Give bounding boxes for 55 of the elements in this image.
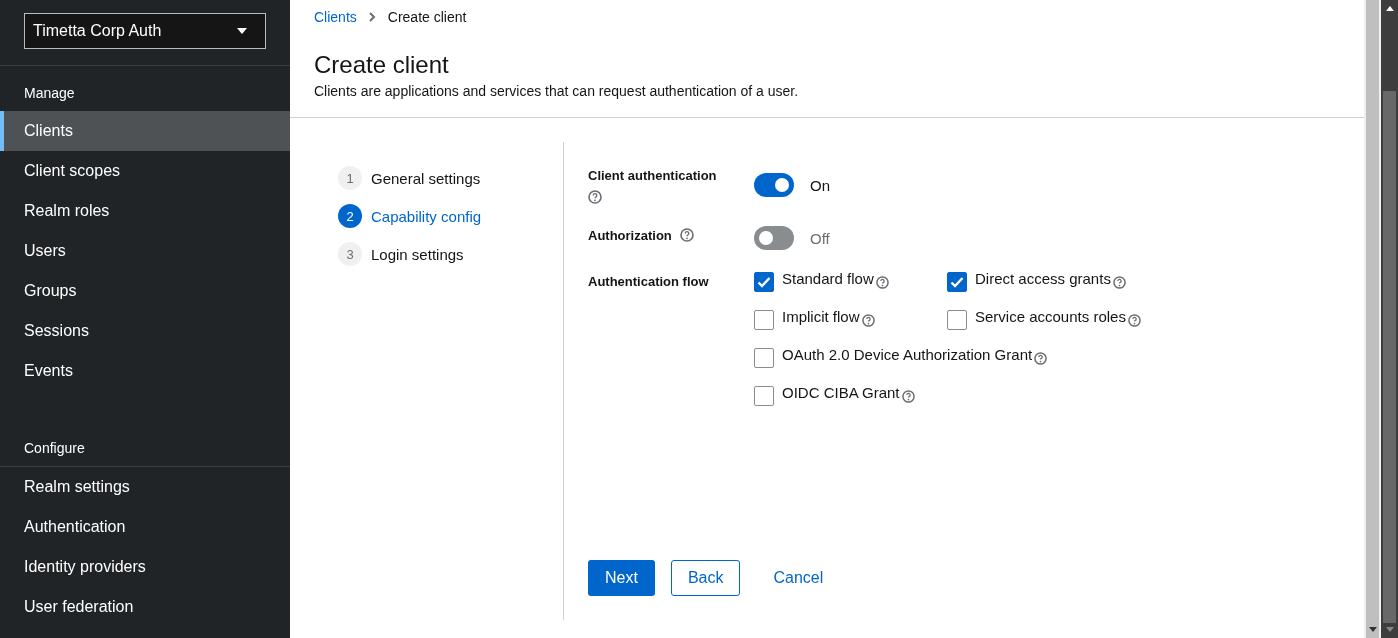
nav-item[interactable]: Client scopes	[0, 151, 290, 191]
chevron-right-icon	[368, 12, 376, 22]
nav-item[interactable]: Realm roles	[0, 191, 290, 231]
field-label: Authorization	[588, 228, 672, 244]
nav-item[interactable]: Clients	[0, 111, 290, 151]
help-icon[interactable]	[901, 390, 915, 403]
help-icon[interactable]	[1112, 276, 1126, 289]
nav-item[interactable]: Events	[0, 351, 290, 391]
toggle-switch[interactable]	[754, 226, 794, 250]
wizard-step[interactable]: 2 Capability config	[338, 204, 563, 228]
action-button[interactable]: Back	[670, 560, 741, 596]
checkbox[interactable]	[754, 348, 774, 368]
help-icon[interactable]	[1034, 352, 1048, 365]
caret-icon	[237, 28, 247, 34]
page-description: Clients are applications and services that can request authentication of a user.	[314, 83, 800, 99]
nav-item[interactable]: Sessions	[0, 311, 290, 351]
nav-section-heading: Manage	[23, 84, 76, 103]
checkbox[interactable]	[947, 310, 967, 330]
scrollbar[interactable]	[1364, 0, 1381, 638]
realm-selector[interactable]: Timetta Corp Auth	[24, 13, 266, 49]
checkbox-label[interactable]: Standard flow	[782, 270, 874, 288]
nav-item[interactable]: Authentication	[0, 507, 290, 547]
checkbox-label[interactable]: Direct access grants	[975, 270, 1111, 288]
wizard-step[interactable]: 3 Login settings	[338, 242, 563, 266]
checkbox[interactable]	[754, 310, 774, 330]
checkbox-label[interactable]: Service accounts roles	[975, 308, 1126, 326]
checkbox-label[interactable]: OIDC CIBA Grant	[782, 384, 900, 402]
nav-item[interactable]: Identity providers	[0, 547, 290, 587]
help-icon[interactable]	[588, 190, 602, 204]
checkbox[interactable]	[754, 386, 774, 406]
checkbox[interactable]	[754, 272, 774, 292]
nav-item[interactable]: Users	[0, 231, 290, 271]
scrollbar[interactable]	[1381, 0, 1398, 638]
nav-item[interactable]: Realm settings	[0, 467, 290, 507]
help-icon[interactable]	[1127, 314, 1141, 327]
page-title: Create client	[314, 51, 450, 79]
toggle-state-text: On	[810, 176, 830, 194]
field-label: Authentication flow	[588, 274, 709, 290]
field-label: Client authentication	[588, 168, 717, 184]
help-icon[interactable]	[679, 228, 694, 242]
help-icon[interactable]	[861, 314, 875, 327]
checkbox-label[interactable]: OAuth 2.0 Device Authorization Grant	[782, 346, 1033, 364]
scroll-up-arrow-icon[interactable]	[1385, 6, 1394, 11]
breadcrumb-current: Create client	[387, 9, 467, 25]
nav-item[interactable]: Groups	[0, 271, 290, 311]
help-icon[interactable]	[875, 276, 889, 289]
cancel-link[interactable]: Cancel	[756, 560, 841, 596]
checkbox-label[interactable]: Implicit flow	[782, 308, 860, 326]
breadcrumb-link[interactable]: Clients	[314, 9, 357, 25]
checkbox[interactable]	[947, 272, 967, 292]
action-button[interactable]: Next	[588, 560, 655, 596]
toggle-state-text: Off	[810, 229, 830, 247]
wizard-step[interactable]: 1 General settings	[338, 166, 563, 190]
nav-item[interactable]: User federation	[0, 587, 290, 627]
toggle-switch[interactable]	[754, 173, 794, 197]
